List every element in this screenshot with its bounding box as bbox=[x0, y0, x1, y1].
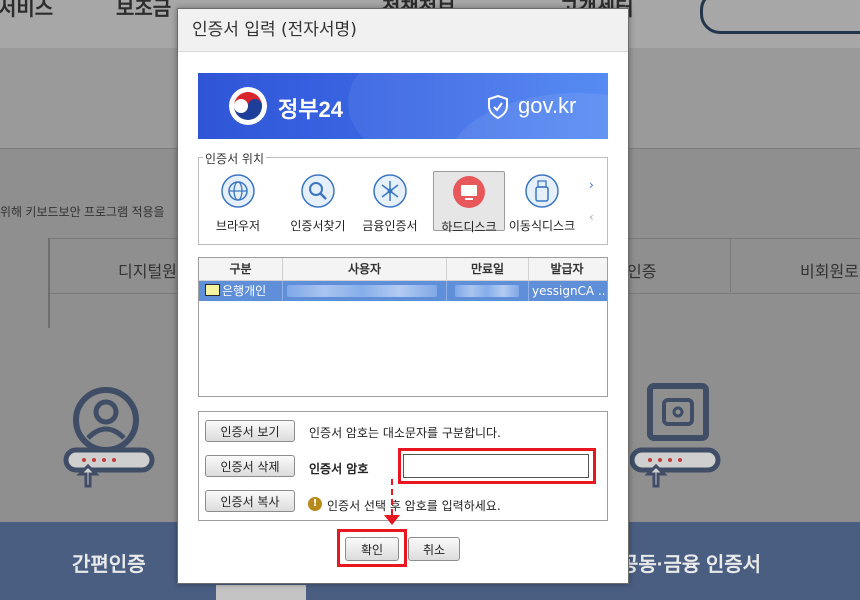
cancel-button[interactable]: 취소 bbox=[408, 537, 460, 561]
guide-arrow-line bbox=[391, 479, 393, 515]
cell-user bbox=[283, 281, 447, 301]
location-label: 인증서찾기 bbox=[290, 219, 346, 233]
redacted-user bbox=[287, 285, 437, 297]
network-icon bbox=[373, 174, 407, 208]
globe-icon bbox=[221, 174, 255, 208]
redacted-expiry bbox=[455, 285, 519, 297]
location-browser[interactable]: 브라우저 bbox=[203, 174, 273, 234]
banner-brand: 정부24 bbox=[278, 97, 343, 122]
cell-expiry bbox=[447, 281, 529, 301]
gov24-banner: 정부24 gov.kr bbox=[198, 73, 608, 139]
dialog-title: 인증서 입력 (전자서명) bbox=[178, 9, 628, 52]
location-label: 이동식디스크 bbox=[508, 219, 576, 233]
view-cert-button[interactable]: 인증서 보기 bbox=[205, 420, 295, 442]
nav-item-service: 서비스 bbox=[0, 0, 54, 20]
certificate-list: 구분 사용자 만료일 발급자 은행개인 yessignCA ... bbox=[198, 257, 608, 397]
cell-type: 은행개인 bbox=[199, 281, 283, 301]
password-highlight bbox=[398, 448, 596, 484]
taegeuk-emblem-icon bbox=[229, 87, 267, 125]
copy-cert-button[interactable]: 인증서 복사 bbox=[205, 490, 295, 512]
tab-separator bbox=[730, 238, 731, 292]
col-expiry[interactable]: 만료일 bbox=[447, 258, 529, 280]
simple-auth-illustration bbox=[63, 387, 155, 488]
guide-arrow-head bbox=[384, 515, 400, 525]
location-finance-cert[interactable]: 금융인증서 bbox=[355, 174, 425, 234]
monitor-icon bbox=[453, 176, 485, 208]
magnifier-icon bbox=[301, 174, 335, 208]
active-tab-edge bbox=[48, 238, 50, 328]
delete-cert-button[interactable]: 인증서 삭제 bbox=[205, 455, 295, 477]
page-scrollbar-thumb[interactable] bbox=[216, 585, 306, 600]
header-search-box bbox=[700, 0, 860, 34]
cert-actions-group: 인증서 보기 인증서 암호는 대소문자를 구분합니다. 인증서 삭제 인증서 암… bbox=[198, 411, 608, 521]
location-find-cert[interactable]: 인증서찾기 bbox=[283, 174, 353, 234]
location-prev-arrow[interactable]: ‹ bbox=[589, 210, 594, 224]
location-label: 금융인증서 bbox=[362, 219, 418, 233]
location-label: 하드디스크 bbox=[441, 220, 497, 234]
tab-digital: 디지털원 bbox=[118, 264, 177, 281]
cert-type-text: 은행개인 bbox=[222, 284, 267, 298]
shield-check-icon bbox=[488, 95, 508, 119]
cert-location-legend: 인증서 위치 bbox=[203, 150, 267, 167]
nav-item-subsidy: 보조금 bbox=[116, 0, 172, 20]
simple-auth-label: 간편인증 bbox=[72, 554, 146, 576]
col-user[interactable]: 사용자 bbox=[283, 258, 447, 280]
location-removable-disk[interactable]: 이동식디스크 bbox=[507, 174, 577, 234]
case-sensitive-note: 인증서 암호는 대소문자를 구분합니다. bbox=[309, 426, 501, 440]
col-type[interactable]: 구분 bbox=[199, 258, 283, 280]
col-issuer[interactable]: 발급자 bbox=[529, 258, 605, 280]
table-row[interactable]: 은행개인 yessignCA ... bbox=[199, 281, 607, 301]
keyboard-security-notice: 위해 키보드보안 프로그램 적용을 bbox=[0, 205, 165, 219]
cell-issuer: yessignCA ... bbox=[532, 284, 605, 298]
tab-nonmember: 비회원로 bbox=[800, 264, 859, 281]
select-cert-hint: 인증서 선택 후 암호를 입력하세요. bbox=[327, 499, 501, 513]
table-header: 구분 사용자 만료일 발급자 bbox=[199, 258, 607, 281]
tab-cert: 인증 bbox=[627, 264, 657, 281]
joint-cert-illustration bbox=[630, 383, 721, 488]
certificate-icon bbox=[205, 284, 220, 296]
usb-icon bbox=[525, 174, 559, 208]
confirm-button[interactable]: 확인 bbox=[345, 537, 399, 561]
password-label: 인증서 암호 bbox=[309, 462, 369, 476]
banner-domain: gov.kr bbox=[518, 93, 577, 118]
warning-icon: ! bbox=[308, 497, 322, 511]
joint-cert-label: 공동·금융 인증서 bbox=[620, 554, 762, 576]
cert-location-group: 인증서 위치 브라우저 인증서찾기 금융인증서 하드디스크 이동식디스크 › ‹ bbox=[198, 150, 608, 245]
location-next-arrow[interactable]: › bbox=[589, 178, 594, 192]
certificate-dialog: 인증서 입력 (전자서명) 정부24 gov.kr 인증서 위치 브라우저 인증… bbox=[177, 8, 629, 584]
location-label: 브라우저 bbox=[215, 219, 261, 233]
location-hard-disk[interactable]: 하드디스크 bbox=[433, 171, 505, 234]
